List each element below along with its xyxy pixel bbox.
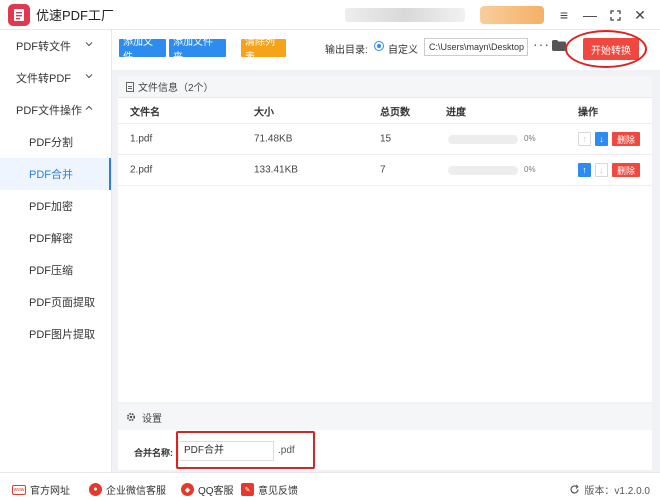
gear-icon xyxy=(126,412,136,422)
close-icon[interactable]: ✕ xyxy=(630,5,650,25)
refresh-icon xyxy=(570,484,580,494)
document-icon xyxy=(126,81,134,92)
file-panel-header: 文件信息（2个） xyxy=(118,76,652,98)
website-link[interactable]: www 官方网址 xyxy=(12,482,70,497)
sidebar-group-file-to-pdf[interactable]: 文件转PDF xyxy=(0,62,111,94)
qq-service-link[interactable]: ◆ QQ客服 xyxy=(181,482,234,497)
output-dir-label: 输出目录: xyxy=(325,45,368,56)
website-icon: www xyxy=(12,484,26,495)
feedback-label: 意见反馈 xyxy=(258,486,298,497)
app-logo-icon xyxy=(8,3,30,26)
table-row[interactable]: 1.pdf 71.48KB 15 0% ↑ ↓ 删除 xyxy=(118,124,652,155)
app-title: 优速PDF工厂 xyxy=(36,8,115,23)
settings-title: 设置 xyxy=(142,413,162,425)
add-folder-button[interactable]: 添加文件夹 xyxy=(169,37,226,63)
settings-header: 设置 xyxy=(118,404,652,430)
delete-button[interactable]: 删除 xyxy=(612,132,640,146)
progress-text: 0% xyxy=(524,134,536,143)
sidebar-group-pdf-to-file[interactable]: PDF转文件 xyxy=(0,30,111,62)
main-area: 文件信息（2个） 文件名 大小 总页数 进度 操作 1.pdf 71.48KB … xyxy=(112,70,660,472)
file-panel-title: 文件信息（2个） xyxy=(138,83,214,94)
website-label: 官方网址 xyxy=(30,486,70,497)
qq-icon: ◆ xyxy=(181,483,194,496)
qq-label: QQ客服 xyxy=(198,486,234,497)
table-header: 文件名 大小 总页数 进度 操作 xyxy=(118,98,652,124)
sidebar-item-pdf-encrypt[interactable]: PDF加密 xyxy=(0,190,111,222)
sidebar-item-pdf-compress[interactable]: PDF压缩 xyxy=(0,254,111,286)
column-header-actions: 操作 xyxy=(578,107,598,118)
custom-radio[interactable] xyxy=(374,41,384,51)
title-bar: 优速PDF工厂 ≡ — ✕ xyxy=(0,0,660,30)
merge-extension: .pdf xyxy=(278,445,295,456)
move-up-icon[interactable]: ↑ xyxy=(578,132,591,146)
sidebar-group-label: PDF转文件 xyxy=(16,41,71,53)
sidebar-item-pdf-image-extract[interactable]: PDF图片提取 xyxy=(0,318,111,350)
progress-text: 0% xyxy=(524,165,536,174)
table-row[interactable]: 2.pdf 133.41KB 7 0% ↑ ↓ 删除 xyxy=(118,155,652,186)
sidebar-group-pdf-operations[interactable]: PDF文件操作 xyxy=(0,94,111,126)
wechat-icon: ● xyxy=(89,483,102,496)
column-header-progress: 进度 xyxy=(446,107,466,118)
sidebar-group-label: 文件转PDF xyxy=(16,73,71,85)
maximize-icon[interactable] xyxy=(605,5,625,25)
add-file-button[interactable]: 添加文件 xyxy=(119,37,166,63)
file-size: 133.41KB xyxy=(254,164,298,176)
chevron-up-icon xyxy=(85,105,93,110)
blurred-account-info xyxy=(345,8,465,22)
file-pages: 15 xyxy=(380,133,392,145)
move-down-icon[interactable]: ↓ xyxy=(595,163,608,177)
file-name: 1.pdf xyxy=(130,133,153,145)
minimize-icon[interactable]: — xyxy=(580,5,600,25)
chevron-down-icon xyxy=(85,74,93,79)
version-info: 版本：v1.2.0.0 xyxy=(569,482,650,497)
column-header-pages: 总页数 xyxy=(380,107,410,118)
settings-panel: 设置 合并名称: PDF合并 .pdf xyxy=(118,404,652,470)
version-text: 版本：v1.2.0.0 xyxy=(584,486,650,497)
sidebar-group-label: PDF文件操作 xyxy=(16,105,82,117)
sidebar-item-pdf-page-extract[interactable]: PDF页面提取 xyxy=(0,286,111,318)
start-convert-button[interactable]: 开始转换 xyxy=(583,38,639,60)
feedback-link[interactable]: ✎ 意见反馈 xyxy=(241,482,298,497)
move-down-icon[interactable]: ↓ xyxy=(595,132,608,146)
sidebar-item-pdf-decrypt[interactable]: PDF解密 xyxy=(0,222,111,254)
browse-more-button[interactable]: ··· xyxy=(533,36,550,52)
sidebar-item-pdf-merge[interactable]: PDF合并 xyxy=(0,158,111,190)
sidebar: PDF转文件 文件转PDF PDF文件操作 PDF分割 PDF合并 PDF加密 … xyxy=(0,30,112,472)
output-path-input[interactable]: C:\Users\mayn\Desktop xyxy=(424,38,528,56)
blurred-vip-badge xyxy=(480,6,544,24)
toolbar: 添加文件 添加文件夹 清除列表 输出目录: 自定义 C:\Users\mayn\… xyxy=(112,30,660,70)
file-size: 71.48KB xyxy=(254,133,293,145)
merge-name-label: 合并名称: xyxy=(134,448,173,458)
wechat-service-link[interactable]: ● 企业微信客服 xyxy=(89,482,166,497)
clear-list-button[interactable]: 清除列表 xyxy=(241,37,286,63)
chevron-down-icon xyxy=(85,42,93,47)
progress-bar xyxy=(448,135,518,144)
wechat-label: 企业微信客服 xyxy=(106,486,166,497)
column-header-name: 文件名 xyxy=(130,107,160,118)
menu-icon[interactable]: ≡ xyxy=(554,5,574,25)
file-pages: 7 xyxy=(380,164,386,176)
move-up-icon[interactable]: ↑ xyxy=(578,163,591,177)
merge-name-input[interactable]: PDF合并 xyxy=(178,441,274,461)
sidebar-item-pdf-split[interactable]: PDF分割 xyxy=(0,126,111,158)
file-name: 2.pdf xyxy=(130,164,153,176)
footer: www 官方网址 ● 企业微信客服 ◆ QQ客服 ✎ 意见反馈 版本：v1.2.… xyxy=(0,472,660,502)
custom-radio-label[interactable]: 自定义 xyxy=(388,41,418,56)
file-panel: 文件信息（2个） 文件名 大小 总页数 进度 操作 1.pdf 71.48KB … xyxy=(118,76,652,402)
feedback-icon: ✎ xyxy=(241,483,254,496)
progress-bar xyxy=(448,166,518,175)
folder-icon[interactable] xyxy=(552,40,566,51)
delete-button[interactable]: 删除 xyxy=(612,163,640,177)
column-header-size: 大小 xyxy=(254,107,274,118)
